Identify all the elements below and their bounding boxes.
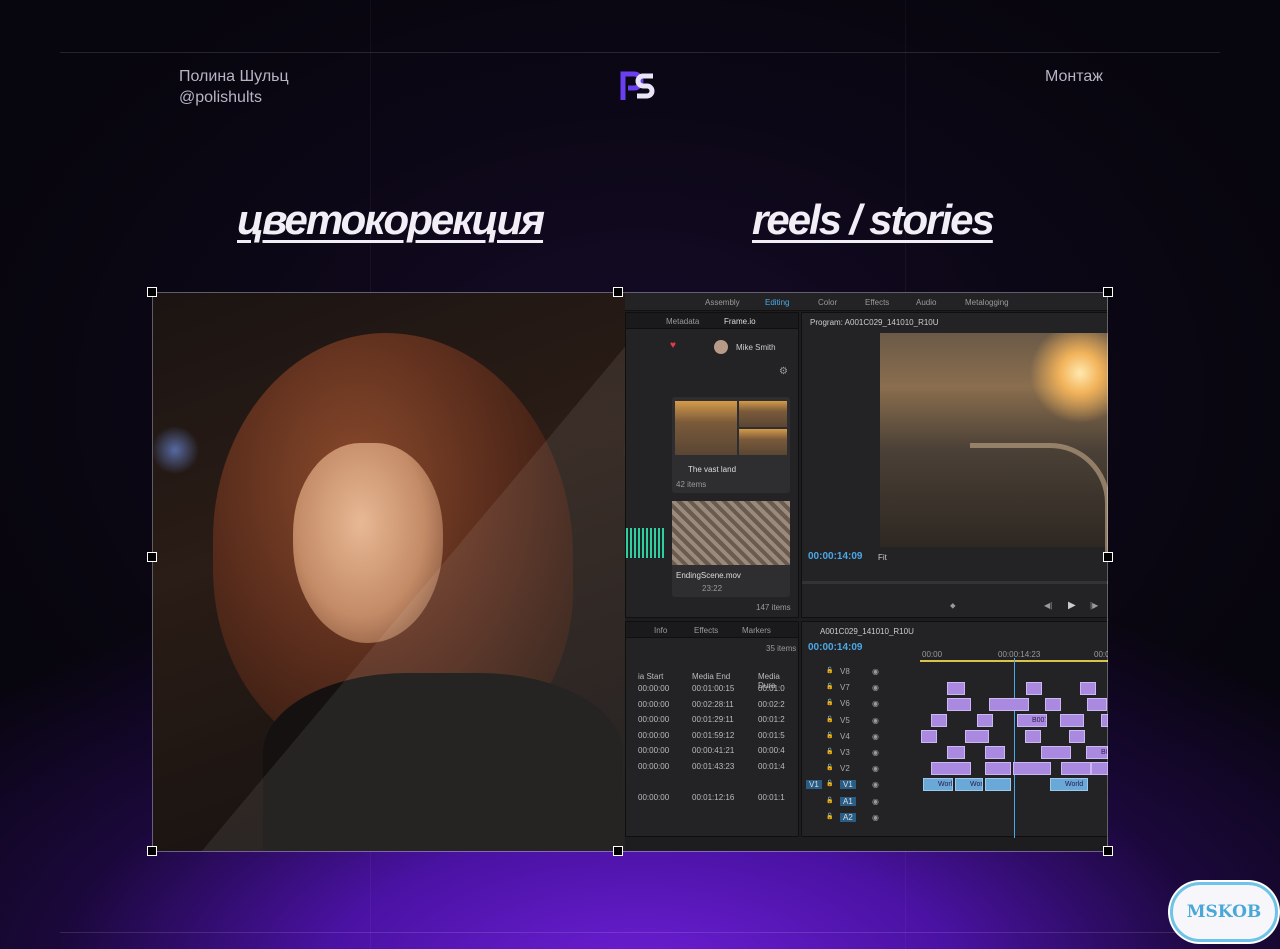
- resize-handle[interactable]: [1103, 846, 1113, 856]
- author-name: Полина Шульц: [179, 68, 289, 85]
- resize-handle[interactable]: [147, 846, 157, 856]
- ps-logo-icon: [620, 71, 655, 100]
- title-reels-stories: reels / stories: [752, 196, 995, 243]
- selection-frame: [152, 292, 1108, 852]
- author-handle: @polishults: [179, 89, 262, 106]
- resize-handle[interactable]: [147, 552, 157, 562]
- top-divider: [60, 52, 1220, 53]
- watermark-badge: MSKOB: [1170, 882, 1278, 942]
- category-label: Монтаж: [1045, 68, 1103, 85]
- resize-handle[interactable]: [147, 287, 157, 297]
- title-color-grading: цветокорекция: [237, 196, 545, 243]
- resize-handle[interactable]: [1103, 552, 1113, 562]
- resize-handle[interactable]: [1103, 287, 1113, 297]
- bottom-divider: [60, 932, 1220, 933]
- resize-handle[interactable]: [613, 846, 623, 856]
- resize-handle[interactable]: [613, 287, 623, 297]
